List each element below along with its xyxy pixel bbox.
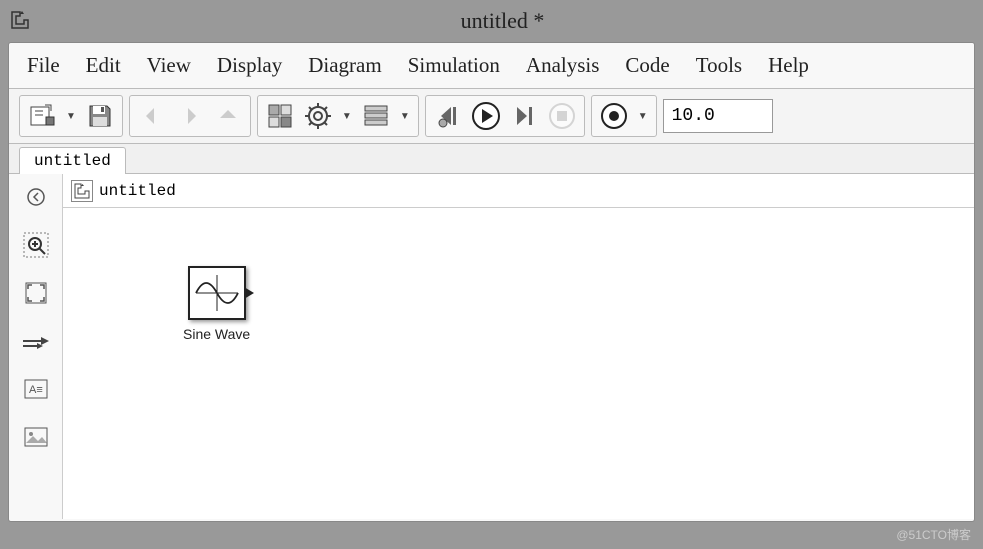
- menu-analysis[interactable]: Analysis: [526, 53, 600, 78]
- annotation-button[interactable]: A≡: [19, 372, 53, 406]
- hide-toolbar-button[interactable]: [19, 180, 53, 214]
- canvas-toolbar: A≡: [9, 174, 63, 519]
- zoom-tool-button[interactable]: [19, 228, 53, 262]
- menubar: File Edit View Display Diagram Simulatio…: [9, 43, 974, 89]
- forward-button[interactable]: [174, 100, 206, 132]
- menu-help[interactable]: Help: [768, 53, 809, 78]
- sample-time-button[interactable]: [19, 324, 53, 358]
- tab-untitled[interactable]: untitled: [19, 147, 126, 174]
- block-body[interactable]: [188, 266, 246, 320]
- menu-view[interactable]: View: [147, 53, 191, 78]
- model-path-label[interactable]: untitled: [99, 182, 176, 200]
- new-model-button[interactable]: [26, 100, 58, 132]
- explorer-dropdown-icon[interactable]: ▼: [398, 111, 412, 122]
- output-port-icon[interactable]: [244, 287, 254, 299]
- canvas-wrap: untitled Sine Wave: [63, 174, 974, 519]
- sine-wave-icon: [192, 271, 242, 315]
- block-label[interactable]: Sine Wave: [183, 326, 250, 342]
- menu-edit[interactable]: Edit: [86, 53, 121, 78]
- image-button[interactable]: [19, 420, 53, 454]
- save-button[interactable]: [84, 100, 116, 132]
- fit-view-button[interactable]: [19, 276, 53, 310]
- titlebar: untitled *: [0, 0, 983, 42]
- back-button[interactable]: [136, 100, 168, 132]
- main-window: File Edit View Display Diagram Simulatio…: [8, 42, 975, 522]
- model-path-bar: untitled: [63, 174, 974, 208]
- step-forward-button[interactable]: [508, 100, 540, 132]
- menu-display[interactable]: Display: [217, 53, 282, 78]
- library-browser-button[interactable]: [264, 100, 296, 132]
- window-title: untitled *: [32, 8, 973, 34]
- toolbar: ▼ ▼ ▼: [9, 89, 974, 144]
- svg-text:A≡: A≡: [29, 384, 43, 396]
- up-button[interactable]: [212, 100, 244, 132]
- model-icon: [71, 180, 93, 202]
- record-button[interactable]: [598, 100, 630, 132]
- menu-code[interactable]: Code: [625, 53, 669, 78]
- menu-file[interactable]: File: [27, 53, 60, 78]
- run-button[interactable]: [470, 100, 502, 132]
- sine-wave-block[interactable]: Sine Wave: [183, 266, 250, 342]
- new-dropdown-icon[interactable]: ▼: [64, 111, 78, 122]
- menu-diagram[interactable]: Diagram: [308, 53, 381, 78]
- simulink-icon: [10, 10, 32, 32]
- canvas[interactable]: Sine Wave: [63, 208, 974, 519]
- step-back-button[interactable]: [432, 100, 464, 132]
- stop-button[interactable]: [546, 100, 578, 132]
- tabbar: untitled: [9, 144, 974, 174]
- menu-tools[interactable]: Tools: [696, 53, 742, 78]
- model-config-button[interactable]: [302, 100, 334, 132]
- workspace: A≡ untitled: [9, 174, 974, 519]
- record-dropdown-icon[interactable]: ▼: [636, 111, 650, 122]
- model-explorer-button[interactable]: [360, 100, 392, 132]
- menu-simulation[interactable]: Simulation: [408, 53, 500, 78]
- simulation-time-input[interactable]: [663, 99, 773, 133]
- watermark: @51CTO博客: [896, 526, 971, 543]
- config-dropdown-icon[interactable]: ▼: [340, 111, 354, 122]
